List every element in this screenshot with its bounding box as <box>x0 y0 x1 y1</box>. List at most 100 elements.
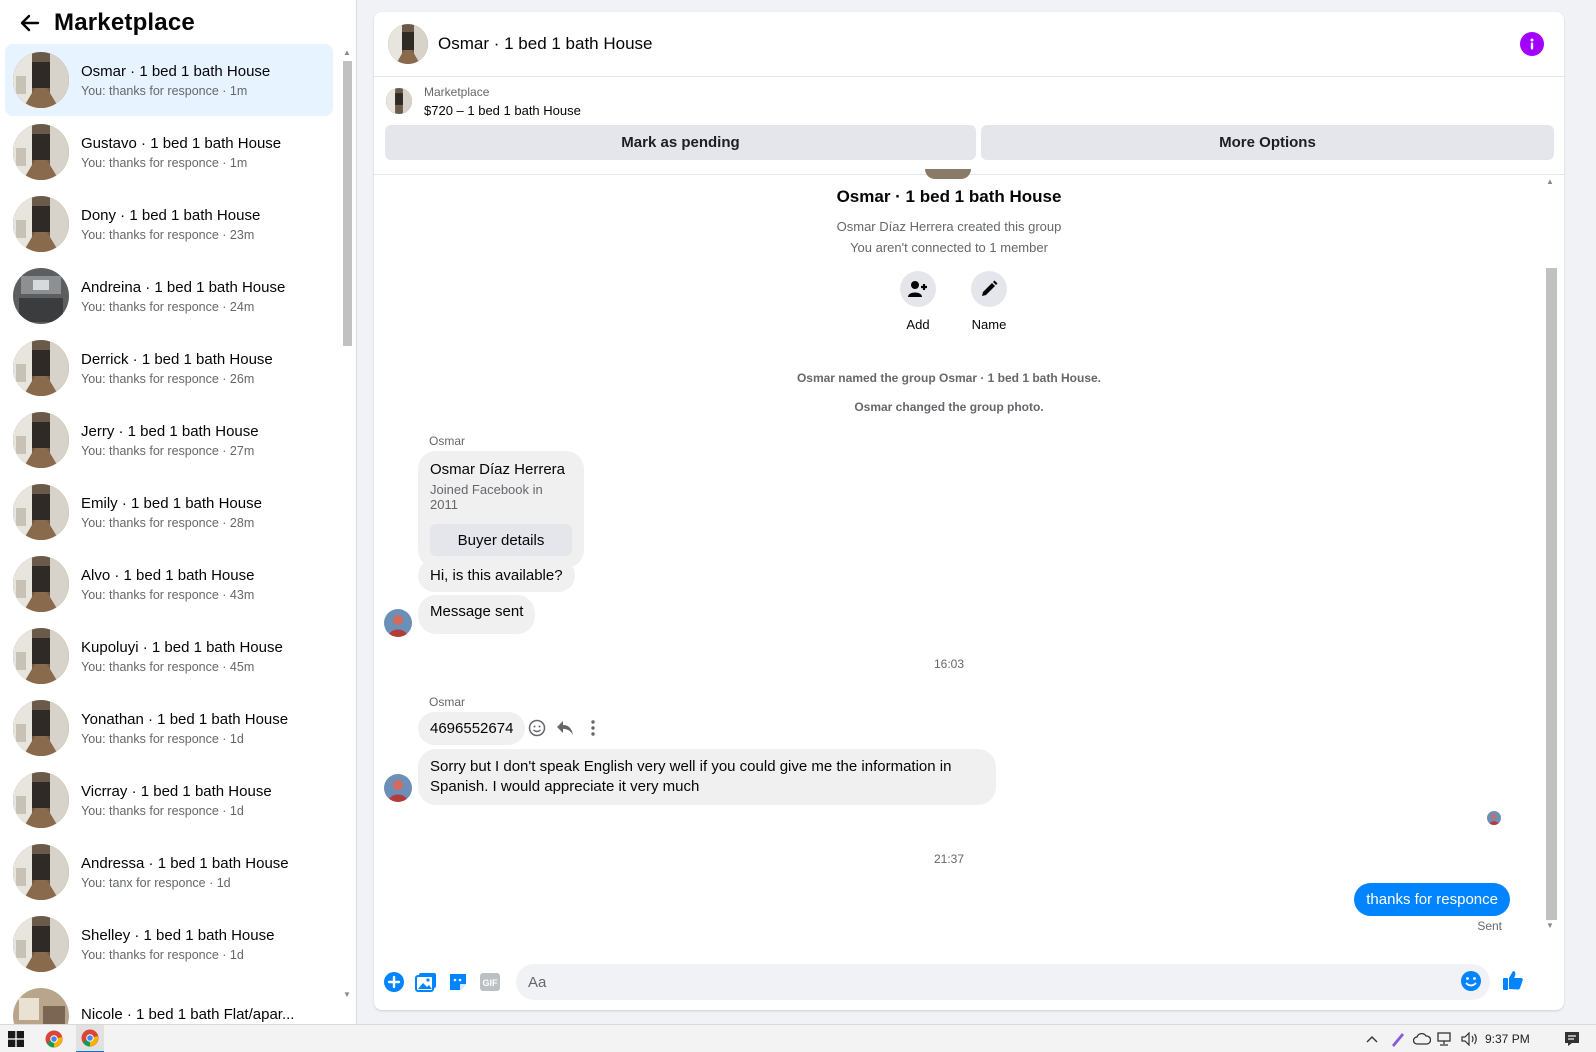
add-person-icon <box>908 281 927 297</box>
conversation-avatar <box>13 52 69 108</box>
start-button[interactable] <box>4 1025 28 1052</box>
conversation-item[interactable]: Dony · 1 bed 1 bath House You: thanks for… <box>5 188 333 260</box>
conversation-snippet: You: thanks for responce · 1m <box>81 155 248 170</box>
listing-photo-icon <box>13 700 69 756</box>
conversation-item[interactable]: Nicole · 1 bed 1 bath Flat/apar... <box>5 980 333 1024</box>
more-button[interactable] <box>583 718 603 738</box>
listing-summary[interactable]: Marketplace $720 – 1 bed 1 bath House <box>374 77 1564 125</box>
sticker-button[interactable] <box>446 970 470 994</box>
chat-title: Osmar · 1 bed 1 bath House <box>438 34 653 53</box>
sender-avatar[interactable] <box>384 609 412 637</box>
volume-tray-icon[interactable] <box>1460 1025 1480 1052</box>
delivery-status: Sent <box>1477 919 1502 933</box>
conversation-snippet: You: tanx for responce · 1d <box>81 875 231 890</box>
conversation-list: Osmar · 1 bed 1 bath House You: thanks fo… <box>5 44 333 1024</box>
scrollbar-thumb[interactable] <box>1546 268 1557 920</box>
conversation-snippet: You: thanks for responce · 28m <box>81 515 255 530</box>
conversation-item[interactable]: Emily · 1 bed 1 bath House You: thanks fo… <box>5 476 333 548</box>
listing-photo-icon <box>13 52 69 108</box>
sidebar-scrollbar[interactable]: ▲ ▼ <box>340 48 354 1013</box>
scroll-up-arrow-icon[interactable]: ▲ <box>1546 177 1554 186</box>
network-tray-icon[interactable] <box>1436 1025 1456 1052</box>
message-bubble[interactable]: Message sent <box>418 595 536 634</box>
name-button[interactable] <box>971 271 1007 307</box>
listing-photo-icon <box>13 484 69 540</box>
listing-photo-icon <box>13 916 69 972</box>
conversation-avatar <box>13 628 69 684</box>
react-button[interactable] <box>527 718 547 738</box>
like-button[interactable] <box>1502 969 1524 996</box>
user-avatar-icon <box>384 609 412 637</box>
more-options-button[interactable]: More Options <box>980 125 1554 160</box>
scroll-down-arrow-icon[interactable]: ▼ <box>1546 921 1554 930</box>
conversation-item[interactable]: Alvo · 1 bed 1 bath House You: thanks for… <box>5 548 333 620</box>
message-thread[interactable]: Osmar · 1 bed 1 bath House Osmar Díaz He… <box>374 169 1564 954</box>
sender-avatar[interactable] <box>384 774 412 802</box>
conversation-item[interactable]: Andressa · 1 bed 1 bath House You: tanx f… <box>5 836 333 908</box>
add-member-action[interactable]: Add <box>888 271 948 332</box>
scrollbar-thumb[interactable] <box>343 61 352 346</box>
conversation-snippet: You: thanks for responce · 1d <box>81 947 244 962</box>
conversation-name: Emily · 1 bed 1 bath House <box>81 494 262 512</box>
scroll-down-arrow-icon[interactable]: ▼ <box>343 990 351 999</box>
reply-icon <box>557 721 573 735</box>
message-hover-actions <box>527 718 603 738</box>
add-person-button[interactable] <box>900 271 936 307</box>
conversation-snippet: You: thanks for responce · 26m <box>81 371 255 386</box>
conversation-item[interactable]: Osmar · 1 bed 1 bath House You: thanks fo… <box>5 44 333 116</box>
chat-avatar[interactable] <box>388 24 428 64</box>
arrow-left-icon <box>20 14 40 32</box>
system-clock[interactable]: 9:37 PM <box>1485 1032 1530 1046</box>
reply-button[interactable] <box>555 718 575 738</box>
timestamp: 21:37 <box>933 852 965 866</box>
rename-group-action[interactable]: Name <box>959 271 1019 332</box>
conversation-avatar <box>13 124 69 180</box>
message-bubble[interactable]: Hi, is this available? <box>418 559 575 592</box>
show-hidden-icons-button[interactable] <box>1364 1025 1380 1052</box>
gif-button[interactable]: GIF <box>478 970 502 994</box>
mark-as-pending-button[interactable]: Mark as pending <box>385 125 976 160</box>
more-actions-button[interactable] <box>382 970 406 994</box>
message-input[interactable] <box>528 973 1428 991</box>
chevron-up-icon <box>1366 1036 1378 1043</box>
network-icon <box>1437 1032 1451 1046</box>
emoji-icon <box>1461 971 1481 991</box>
conversation-item[interactable]: Derrick · 1 bed 1 bath House You: thanks … <box>5 332 333 404</box>
pencil-icon <box>982 280 998 296</box>
conversation-item[interactable]: Jerry · 1 bed 1 bath House You: thanks fo… <box>5 404 333 476</box>
system-message-photo: Osmar changed the group photo. <box>854 400 1044 414</box>
conversation-avatar <box>13 916 69 972</box>
conversation-item[interactable]: Andreina · 1 bed 1 bath House You: thanks… <box>5 260 333 332</box>
buyer-details-button[interactable]: Buyer details <box>430 524 572 556</box>
onedrive-tray-icon[interactable] <box>1412 1025 1432 1052</box>
group-created-text: Osmar Díaz Herrera created this group <box>836 219 1062 234</box>
thread-scrollbar[interactable]: ▲ ▼ <box>1542 175 1558 945</box>
conversation-avatar <box>13 844 69 900</box>
conversation-name: Derrick · 1 bed 1 bath House <box>81 350 273 368</box>
conversation-item[interactable]: Yonathan · 1 bed 1 bath House You: thanks… <box>5 692 333 764</box>
back-button[interactable] <box>14 7 46 39</box>
message-bubble[interactable]: 4696552674 <box>418 712 526 745</box>
listing-photo-icon <box>13 772 69 828</box>
photo-icon <box>415 973 436 992</box>
conversation-avatar <box>13 340 69 396</box>
taskbar-chrome-app[interactable] <box>40 1025 68 1052</box>
attach-photo-button[interactable] <box>414 970 438 994</box>
conversation-item[interactable]: Kupoluyi · 1 bed 1 bath House You: thanks… <box>5 620 333 692</box>
conversation-item[interactable]: Gustavo · 1 bed 1 bath House You: thanks … <box>5 116 333 188</box>
scroll-up-arrow-icon[interactable]: ▲ <box>343 48 351 57</box>
taskbar-chrome-app-active[interactable] <box>76 1025 104 1052</box>
pen-tray-icon[interactable] <box>1388 1025 1408 1052</box>
message-bubble[interactable]: Sorry but I don't speak English very wel… <box>418 749 996 805</box>
listing-source: Marketplace <box>424 84 490 99</box>
emoji-button[interactable] <box>1460 970 1482 997</box>
conversation-item[interactable]: Vicrray · 1 bed 1 bath House You: thanks … <box>5 764 333 836</box>
info-button[interactable] <box>1520 32 1544 56</box>
system-message-named: Osmar named the group Osmar · 1 bed 1 ba… <box>796 371 1102 385</box>
outgoing-message-bubble[interactable]: thanks for responce <box>1354 883 1510 916</box>
notification-center-button[interactable] <box>1560 1025 1584 1052</box>
conversation-item[interactable]: Shelley · 1 bed 1 bath House You: thanks … <box>5 908 333 980</box>
conversation-name: Andreina · 1 bed 1 bath House <box>81 278 286 296</box>
listing-photo-icon <box>13 556 69 612</box>
conversation-avatar <box>13 196 69 252</box>
